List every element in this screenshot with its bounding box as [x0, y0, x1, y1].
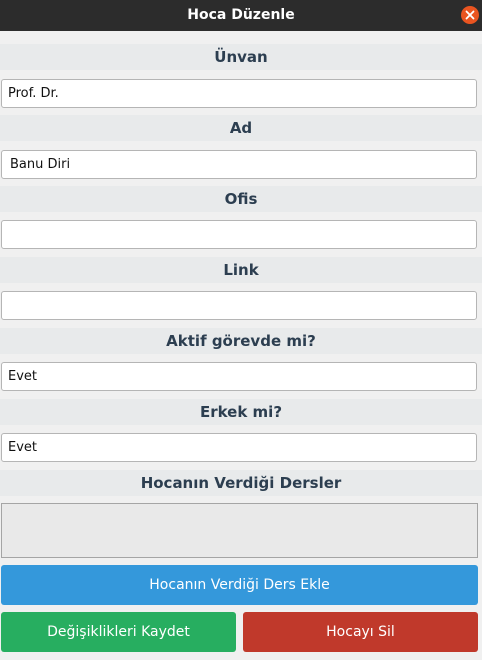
title-field[interactable]: Prof. Dr.: [1, 79, 477, 108]
add-course-button[interactable]: Hocanın Verdiği Ders Ekle: [1, 565, 478, 605]
office-field[interactable]: [1, 220, 477, 249]
male-field[interactable]: Evet: [1, 433, 477, 462]
window-title: Hoca Düzenle: [187, 7, 295, 23]
link-field[interactable]: [1, 291, 477, 320]
link-label: Link: [0, 257, 482, 283]
delete-teacher-button[interactable]: Hocayı Sil: [243, 612, 478, 652]
edit-teacher-window: Hoca Düzenle Ünvan Prof. Dr. Ad Banu Dir…: [0, 0, 482, 660]
close-button[interactable]: [461, 6, 479, 24]
title-bar: Hoca Düzenle: [0, 0, 482, 31]
active-field[interactable]: Evet: [1, 362, 477, 391]
title-label: Ünvan: [0, 44, 482, 70]
courses-label: Hocanın Verdiği Dersler: [0, 470, 482, 496]
office-label: Ofis: [0, 186, 482, 212]
courses-list[interactable]: [1, 503, 478, 558]
save-button[interactable]: Değişiklikleri Kaydet: [1, 612, 236, 652]
male-label: Erkek mi?: [0, 399, 482, 425]
active-label: Aktif görevde mi?: [0, 328, 482, 354]
close-icon: [465, 10, 475, 20]
name-label: Ad: [0, 115, 482, 141]
name-field[interactable]: Banu Diri: [1, 150, 477, 179]
